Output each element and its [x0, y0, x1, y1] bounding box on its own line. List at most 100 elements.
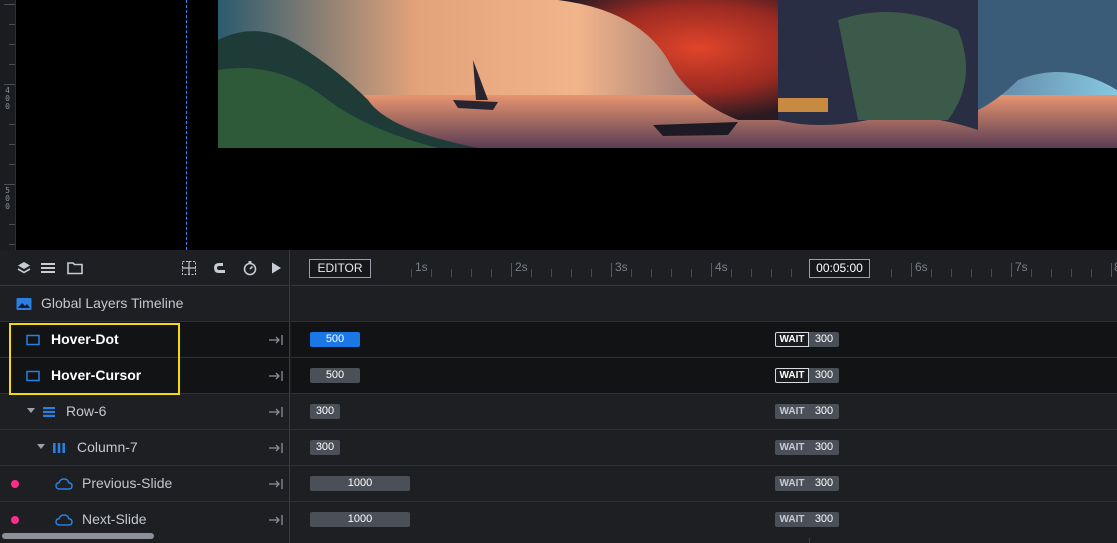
time-tick	[951, 269, 952, 277]
time-tick	[1051, 269, 1052, 277]
list-icon[interactable]	[40, 260, 56, 276]
layer-row-row-6[interactable]: Row-6	[0, 394, 289, 430]
layer-row-column-7[interactable]: Column-7	[0, 430, 289, 466]
play-icon[interactable]	[268, 260, 284, 276]
layer-toolbar	[0, 250, 289, 286]
ruler-label-500: 500	[3, 186, 12, 210]
collapse-right-icon[interactable]	[268, 333, 284, 347]
wait-badge[interactable]: WAIT	[775, 332, 809, 347]
ruler-tick	[9, 44, 15, 45]
folder-icon[interactable]	[67, 260, 83, 276]
current-time-input[interactable]: 00:05:00	[809, 259, 870, 278]
stopwatch-icon[interactable]	[242, 260, 258, 276]
time-tick	[751, 269, 752, 277]
collapse-right-icon[interactable]	[268, 513, 284, 527]
time-label-2s: 2s	[515, 260, 528, 274]
animation-bar[interactable]: 500	[310, 368, 360, 383]
time-tick	[551, 269, 552, 277]
time-tick	[611, 263, 612, 277]
time-label-6s: 6s	[915, 260, 928, 274]
magnet-icon[interactable]	[212, 260, 228, 276]
animation-bar[interactable]: 1000	[310, 476, 410, 491]
animation-bar[interactable]: 500	[310, 332, 360, 347]
layer-row-global[interactable]: Global Layers Timeline	[0, 286, 289, 322]
wait-value[interactable]: 300	[809, 440, 839, 455]
column-icon	[52, 441, 66, 455]
ruler-tick	[9, 224, 15, 225]
guide-line[interactable]	[186, 0, 187, 250]
image-icon	[16, 297, 32, 311]
keyframe-marker	[11, 516, 19, 524]
animation-bar[interactable]: 1000	[310, 512, 410, 527]
time-tick	[411, 269, 412, 277]
wait-badge[interactable]: WAIT	[775, 440, 809, 455]
time-tick	[691, 269, 692, 277]
time-tick	[471, 269, 472, 277]
time-tick	[791, 269, 792, 277]
time-label-4s: 4s	[715, 260, 728, 274]
layer-label: Hover-Dot	[51, 331, 119, 347]
track-row-global	[291, 286, 1117, 322]
layer-list: Global Layers Timeline Hover-Dot Hover-C…	[0, 250, 290, 543]
slide-background-image[interactable]	[218, 0, 1117, 148]
collapse-right-icon[interactable]	[268, 405, 284, 419]
layer-row-hover-dot[interactable]: Hover-Dot	[0, 322, 289, 358]
expand-caret-icon[interactable]	[27, 408, 35, 413]
time-tick	[771, 269, 772, 277]
layer-row-hover-cursor[interactable]: Hover-Cursor	[0, 358, 289, 394]
grid-snap-icon[interactable]	[181, 260, 197, 276]
time-tick	[1071, 269, 1072, 277]
time-tick	[931, 269, 932, 277]
wait-badge[interactable]: WAIT	[775, 476, 809, 491]
ruler-tick	[4, 4, 15, 5]
expand-caret-icon[interactable]	[37, 444, 45, 449]
time-label-7s: 7s	[1015, 260, 1028, 274]
time-tick	[1111, 263, 1112, 277]
collapse-right-icon[interactable]	[268, 477, 284, 491]
animation-bar[interactable]: 300	[310, 404, 340, 419]
wait-badge[interactable]: WAIT	[775, 512, 809, 527]
time-tick	[451, 269, 452, 277]
ruler-tick	[9, 244, 15, 245]
ruler-tick	[9, 144, 15, 145]
row-icon	[42, 405, 56, 419]
ruler-tick	[9, 124, 15, 125]
slide-canvas[interactable]: 400 500	[0, 0, 1117, 250]
editor-button[interactable]: EDITOR	[309, 259, 371, 278]
wait-badge[interactable]: WAIT	[775, 404, 809, 419]
layer-label: Row-6	[66, 403, 107, 419]
time-tick	[571, 269, 572, 277]
ruler-tick	[9, 24, 15, 25]
ruler-tick	[9, 64, 15, 65]
time-tick	[431, 269, 432, 277]
wait-badge[interactable]: WAIT	[775, 368, 809, 383]
wait-value[interactable]: 300	[809, 476, 839, 491]
time-tick	[631, 269, 632, 277]
wait-value[interactable]: 300	[809, 368, 839, 383]
time-tick	[971, 269, 972, 277]
time-tick	[911, 263, 912, 277]
time-tick	[711, 263, 712, 277]
time-tick	[1031, 269, 1032, 277]
track-row-hover-cursor: 500 WAIT 300	[291, 358, 1117, 394]
layer-label: Global Layers Timeline	[41, 295, 184, 311]
horizontal-scrollbar[interactable]	[2, 533, 154, 539]
layer-row-previous-slide[interactable]: Previous-Slide	[0, 466, 289, 502]
collapse-right-icon[interactable]	[268, 441, 284, 455]
time-tick	[991, 269, 992, 277]
time-tick	[491, 269, 492, 277]
layer-label: Hover-Cursor	[51, 367, 142, 383]
animation-bar[interactable]: 300	[310, 440, 340, 455]
time-ruler[interactable]: EDITOR 1s 2s 3s 4s 6s 7s 00:05:00	[291, 250, 1117, 286]
ruler-tick	[9, 164, 15, 165]
time-label-1s: 1s	[415, 260, 428, 274]
wait-value[interactable]: 300	[809, 404, 839, 419]
time-tick	[891, 269, 892, 277]
ruler-tick	[4, 184, 15, 185]
collapse-right-icon[interactable]	[268, 369, 284, 383]
layers-icon[interactable]	[16, 260, 32, 276]
wait-value[interactable]: 300	[809, 512, 839, 527]
timeline-tracks[interactable]: EDITOR 1s 2s 3s 4s 6s 7s 00:05:00 500 WA…	[291, 250, 1117, 543]
time-tick	[591, 269, 592, 277]
wait-value[interactable]: 300	[809, 332, 839, 347]
